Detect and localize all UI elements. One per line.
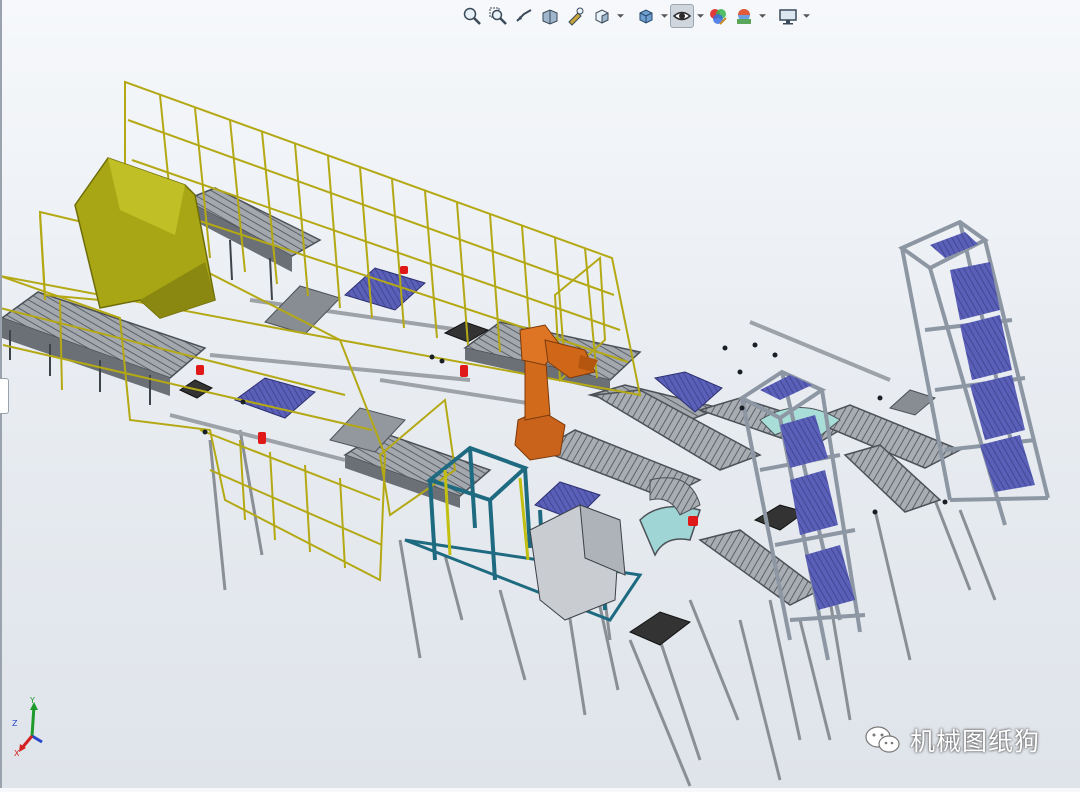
wechat-icon (865, 726, 900, 753)
section-view-icon[interactable] (538, 4, 562, 28)
view-settings-icon[interactable] (776, 4, 800, 28)
dynamic-annotation-icon[interactable] (564, 4, 588, 28)
edit-appearance-icon[interactable] (706, 4, 730, 28)
triad-y-label: Y (29, 696, 35, 705)
view-settings-dropdown-icon[interactable] (802, 4, 810, 28)
zoom-to-fit-icon[interactable] (460, 4, 484, 28)
reference-triad: Y Z X (12, 696, 43, 758)
triad-x-axis (20, 735, 34, 749)
display-style-icon[interactable] (634, 4, 658, 28)
view-orientation-dropdown-icon[interactable] (616, 4, 624, 28)
3d-viewport[interactable] (0, 0, 1080, 788)
triad-z-label: Z (12, 719, 18, 728)
watermark: 机械图纸狗 (864, 722, 1040, 758)
heads-up-view-toolbar (460, 2, 810, 30)
apply-scene-dropdown-icon[interactable] (758, 4, 766, 28)
hide-show-dropdown-icon[interactable] (696, 4, 704, 28)
apply-scene-icon[interactable] (732, 4, 756, 28)
previous-view-icon[interactable] (512, 4, 536, 28)
assembly-model[interactable] (0, 0, 1080, 788)
view-orientation-icon[interactable] (590, 4, 614, 28)
triad-x-label: X (14, 749, 20, 758)
panel-collapse-handle[interactable] (0, 378, 9, 414)
watermark-text: 机械图纸狗 (910, 727, 1041, 756)
zoom-to-area-icon[interactable] (486, 4, 510, 28)
hide-show-items-icon[interactable] (670, 4, 694, 28)
triad-y-axis (30, 705, 36, 737)
display-style-dropdown-icon[interactable] (660, 4, 668, 28)
triad-z-axis (31, 734, 43, 744)
